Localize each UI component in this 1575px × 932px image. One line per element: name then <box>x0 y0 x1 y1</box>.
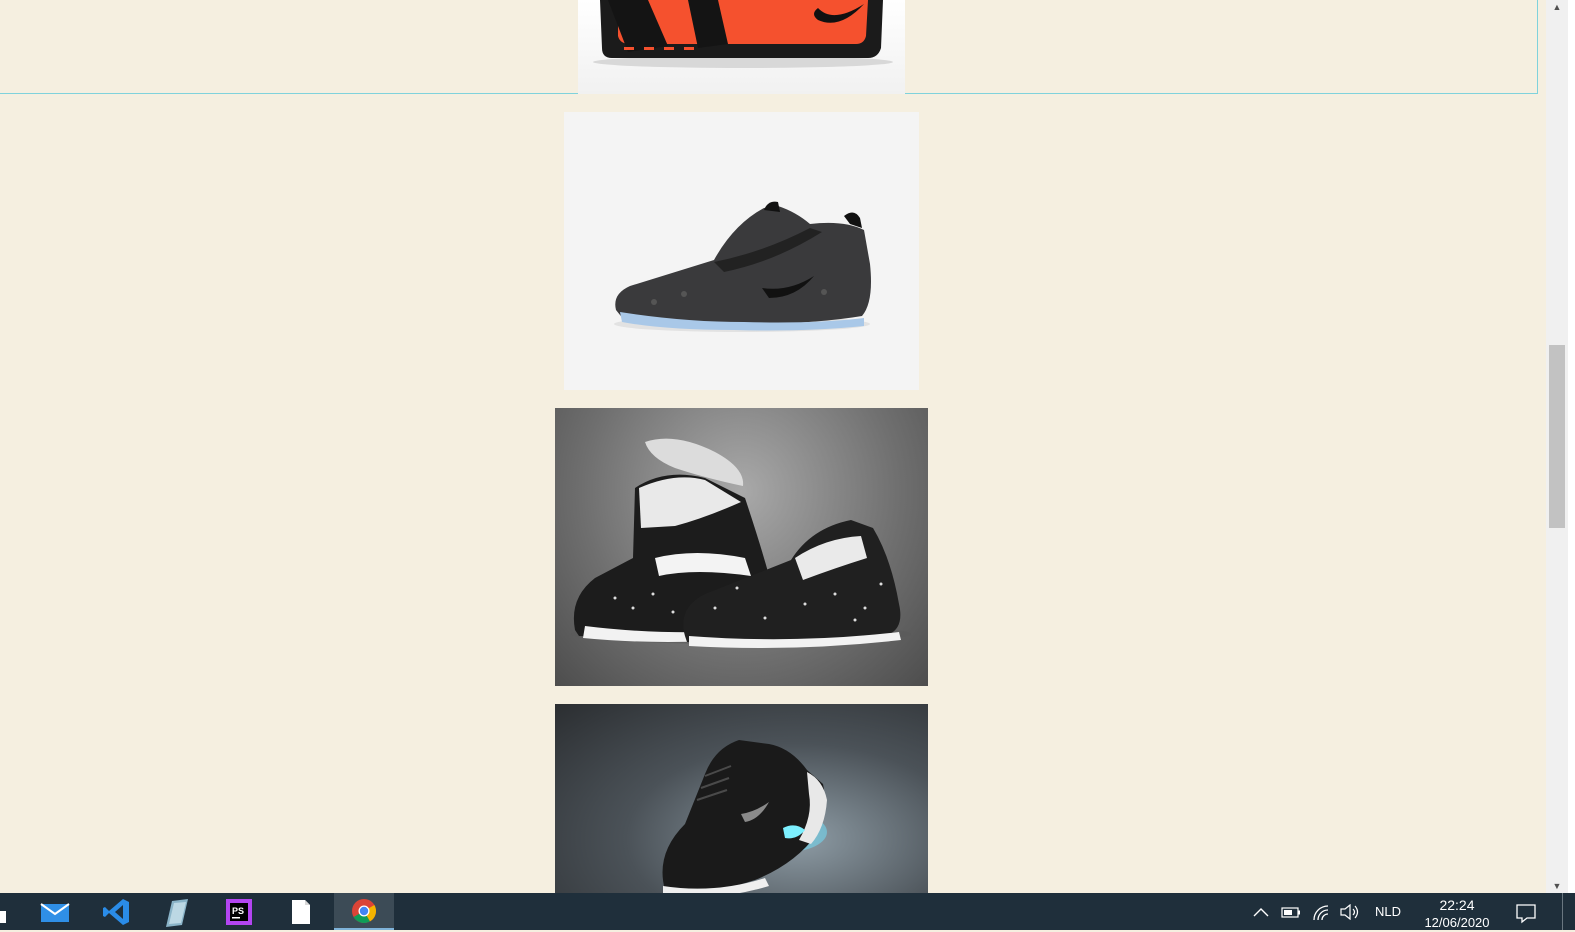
phpstorm-icon[interactable]: PS <box>213 893 265 930</box>
vertical-scrollbar[interactable]: ▲ ▼ <box>1546 0 1568 893</box>
product-section <box>0 0 1538 94</box>
start-button[interactable] <box>0 911 6 923</box>
show-desktop-button[interactable] <box>1562 893 1563 930</box>
phpstorm-label: PS <box>232 906 244 916</box>
lebron-soldier-shoes-image[interactable] <box>555 408 928 686</box>
chrome-icon[interactable] <box>334 893 394 930</box>
clock-time: 22:24 <box>1439 897 1475 913</box>
clock[interactable]: 22:24 12/06/2020 <box>1418 896 1496 932</box>
volume-icon[interactable] <box>1338 893 1362 930</box>
notification-icon[interactable] <box>1514 901 1538 925</box>
language-indicator[interactable]: NLD <box>1368 893 1408 930</box>
taskbar: PS NLD 22:24 12/06/2020 <box>0 893 1575 930</box>
wifi-icon[interactable] <box>1310 893 1334 930</box>
foamposite-shoe-image[interactable] <box>564 112 919 390</box>
scroll-up-arrow-icon[interactable]: ▲ <box>1546 0 1568 14</box>
notes-icon[interactable] <box>151 893 203 930</box>
nike-bag-image[interactable] <box>578 0 905 94</box>
window-edge <box>1568 0 1575 893</box>
mail-icon[interactable] <box>29 893 81 930</box>
chevron-up-icon[interactable] <box>1250 893 1272 930</box>
hyperadapt-shoe-image[interactable] <box>555 704 928 897</box>
scroll-down-arrow-icon[interactable]: ▼ <box>1546 879 1568 893</box>
file-icon[interactable] <box>275 893 327 930</box>
scrollbar-thumb[interactable] <box>1549 345 1565 528</box>
browser-viewport <box>0 0 1546 897</box>
clock-date: 12/06/2020 <box>1424 915 1490 930</box>
screen: ▲ ▼ PS NLD 22:24 12/06/2020 <box>0 0 1575 930</box>
battery-icon[interactable] <box>1280 893 1302 930</box>
vscode-icon[interactable] <box>90 893 142 930</box>
